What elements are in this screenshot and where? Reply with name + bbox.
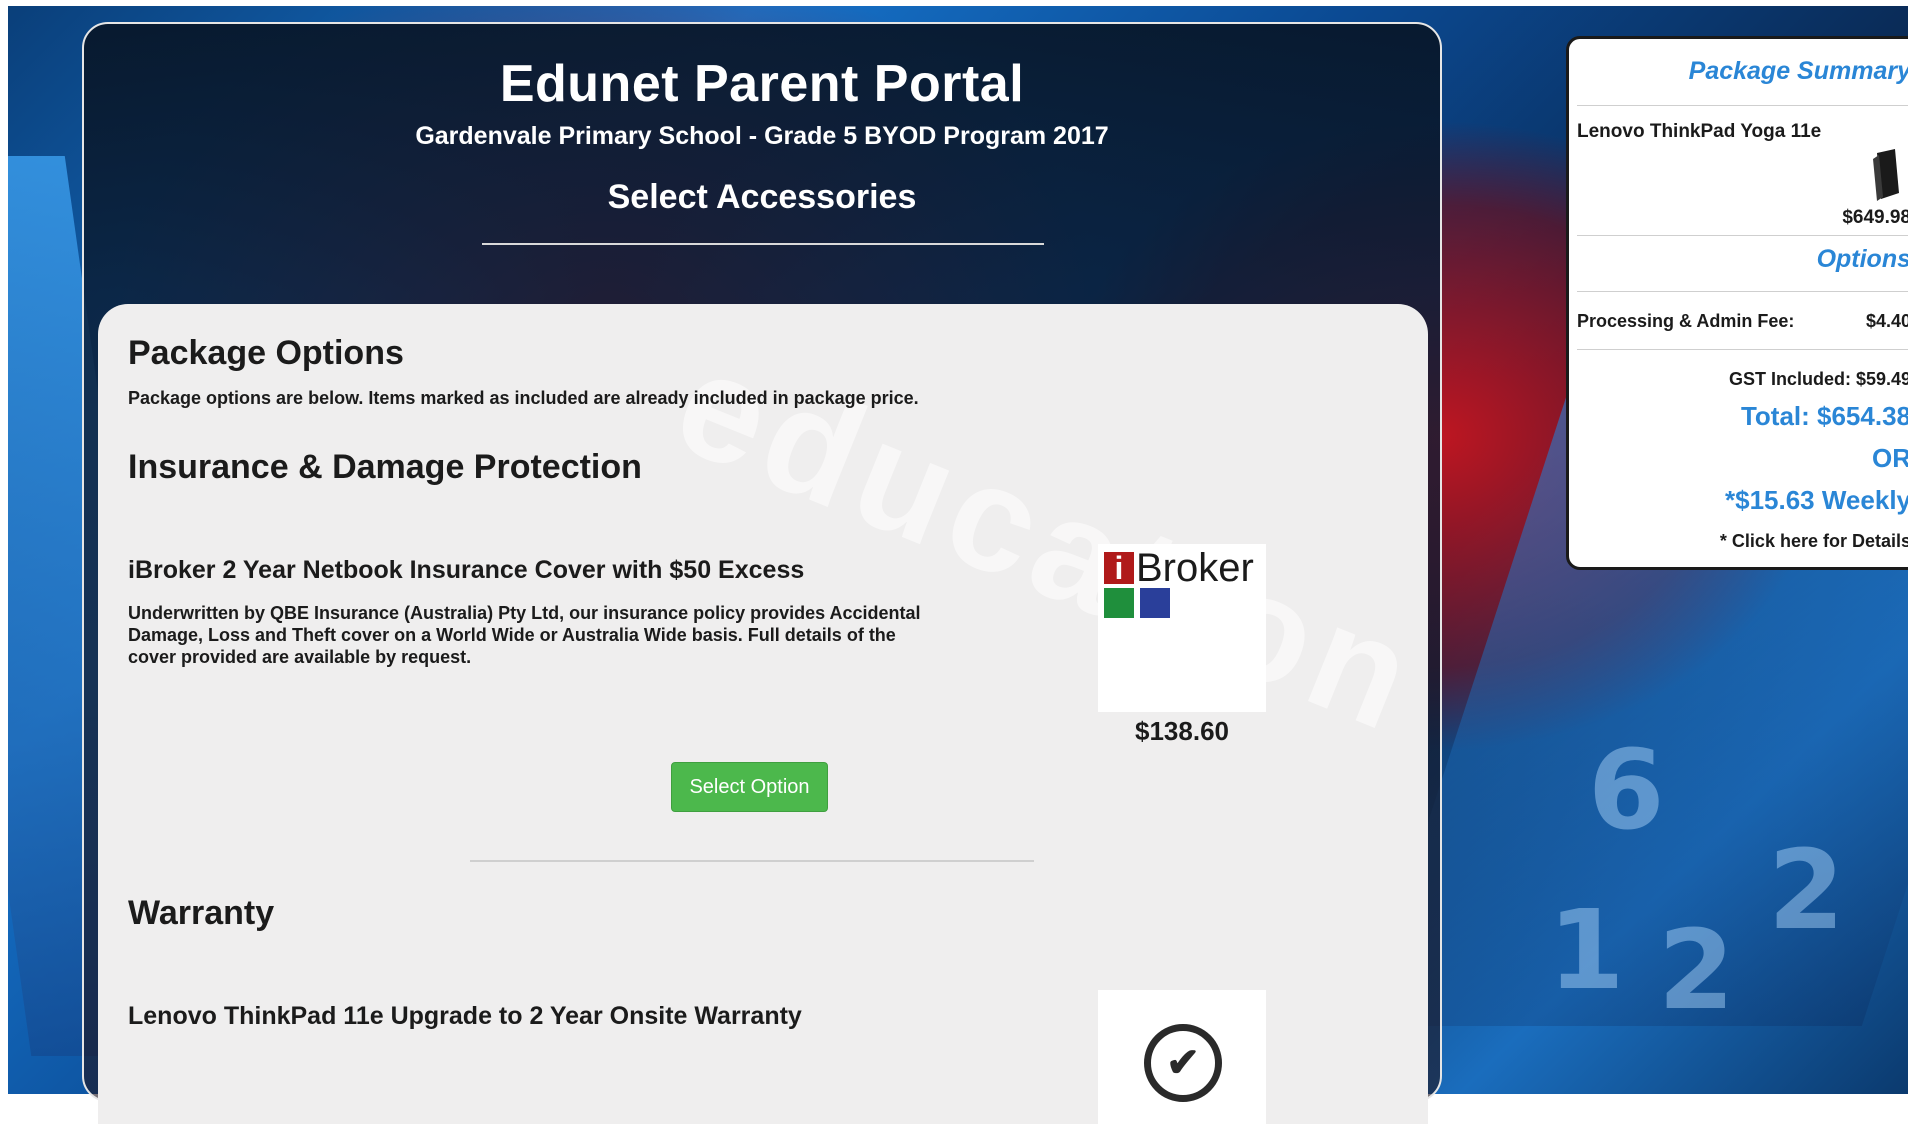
insurance-item-name: iBroker 2 Year Netbook Insurance Cover w…	[128, 556, 805, 584]
check-circle-icon: ✔	[1144, 1024, 1222, 1102]
package-options-heading: Package Options	[128, 334, 404, 372]
summary-product-price: $649.98	[1842, 207, 1908, 228]
package-summary-panel: Package Summary Lenovo ThinkPad Yoga 11e…	[1566, 36, 1908, 570]
background-digit: 6	[1588, 726, 1665, 854]
ibroker-logo-word: Broker	[1136, 546, 1254, 590]
summary-divider	[1577, 291, 1908, 292]
insurance-item-description: Underwritten by QBE Insurance (Australia…	[128, 603, 921, 667]
summary-divider	[1577, 235, 1908, 236]
portal-title: Edunet Parent Portal	[499, 55, 1025, 113]
logo-green-square	[1104, 588, 1134, 618]
summary-divider	[1577, 349, 1908, 350]
checkmark-icon: ✔	[1166, 1041, 1200, 1085]
warranty-item-name: Lenovo ThinkPad 11e Upgrade to 2 Year On…	[128, 1002, 802, 1030]
summary-title: Package Summary	[1688, 57, 1908, 85]
package-options-text: Package options are below. Items marked …	[128, 388, 919, 408]
background-digit: 1	[1548, 886, 1625, 1014]
warranty-heading: Warranty	[128, 894, 275, 932]
summary-total: Total: $654.38	[1740, 401, 1908, 431]
summary-options-heading: Options	[1816, 245, 1908, 273]
warranty-image: ✔	[1098, 990, 1266, 1130]
summary-product-name: Lenovo ThinkPad Yoga 11e	[1577, 121, 1822, 142]
insurance-heading: Insurance & Damage Protection	[128, 448, 642, 486]
summary-or: OR	[1872, 443, 1908, 473]
watermark: education	[655, 315, 1442, 765]
summary-weekly-price: *$15.63 Weekly	[1725, 485, 1908, 515]
ibroker-logo-letter: i	[1104, 552, 1134, 584]
program-subtitle: Gardenvale Primary School - Grade 5 BYOD…	[415, 122, 1109, 150]
ibroker-logo: i Broker	[1098, 544, 1266, 712]
header-divider	[482, 243, 1044, 245]
gst-included: GST Included: $59.49	[1728, 369, 1908, 389]
package-options-panel: education Package Options Package option…	[98, 304, 1442, 1130]
summary-divider	[1577, 105, 1908, 106]
background-digit: 2	[1658, 906, 1735, 1034]
select-option-button[interactable]: Select Option	[671, 762, 828, 812]
admin-fee-value: $4.40	[1865, 311, 1908, 331]
insurance-price: $138.60	[1135, 716, 1229, 746]
section-divider	[470, 860, 1034, 862]
section-title: Select Accessories	[607, 178, 917, 216]
logo-blue-square	[1140, 588, 1170, 618]
details-link[interactable]: * Click here for Details	[1720, 531, 1908, 552]
background-digit: 2	[1768, 826, 1845, 954]
admin-fee-label: Processing & Admin Fee:	[1577, 311, 1795, 331]
laptop-icon	[1873, 149, 1899, 201]
main-card: Edunet Parent Portal Gardenvale Primary …	[82, 22, 1442, 1130]
